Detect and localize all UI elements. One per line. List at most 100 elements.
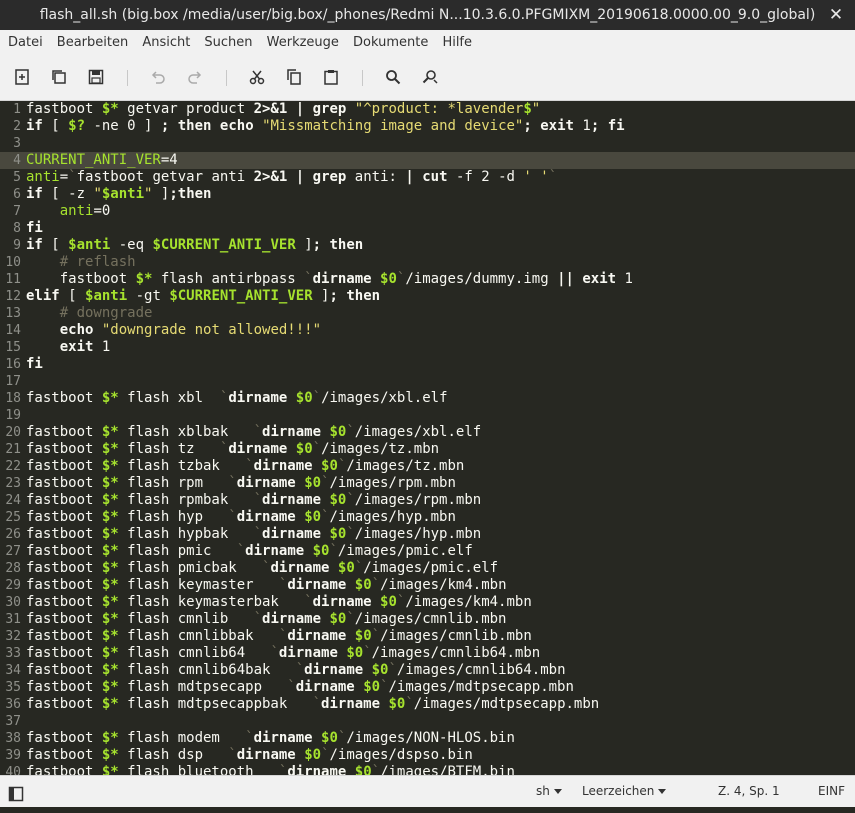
menu-suchen[interactable]: Suchen — [196, 30, 252, 55]
code-text[interactable]: if [ $? -ne 0 ] ; then echo "Missmatchin… — [26, 118, 625, 135]
code-line[interactable]: 34 fastboot $* flash cmnlib64bak `dirname… — [0, 662, 855, 679]
code-line[interactable]: 33 fastboot $* flash cmnlib64 `dirname $0… — [0, 645, 855, 662]
code-text[interactable]: fastboot $* flash tzbak `dirname $0`/ima… — [26, 458, 464, 475]
code-text[interactable]: fastboot $* flash rpm `dirname $0`/image… — [26, 475, 456, 492]
code-line[interactable]: 37 — [0, 713, 855, 730]
code-line[interactable]: 35 fastboot $* flash mdtpsecapp `dirname … — [0, 679, 855, 696]
code-line[interactable]: 26 fastboot $* flash hypbak `dirname $0`/… — [0, 526, 855, 543]
code-line[interactable]: 2 if [ $? -ne 0 ] ; then echo "Missmatchi… — [0, 118, 855, 135]
code-text[interactable]: exit 1 — [26, 339, 111, 356]
code-text[interactable]: fastboot $* flash cmnlib64bak `dirname $… — [26, 662, 566, 679]
sidebar-toggle-icon[interactable] — [8, 783, 24, 802]
code-text[interactable]: fastboot $* flash rpmbak `dirname $0`/im… — [26, 492, 481, 509]
code-text[interactable]: fastboot $* flash dsp `dirname $0`/image… — [26, 747, 473, 764]
code-text[interactable]: # downgrade — [26, 305, 153, 322]
replace-icon[interactable] — [420, 67, 440, 87]
code-line[interactable]: 29 fastboot $* flash keymaster `dirname $… — [0, 577, 855, 594]
code-line[interactable]: 25 fastboot $* flash hyp `dirname $0`/ima… — [0, 509, 855, 526]
code-text[interactable]: fi — [26, 356, 43, 373]
menu-werkzeuge[interactable]: Werkzeuge — [259, 30, 339, 55]
code-line[interactable]: 10 # reflash — [0, 254, 855, 271]
menu-hilfe[interactable]: Hilfe — [434, 30, 472, 55]
menu-ansicht[interactable]: Ansicht — [134, 30, 190, 55]
code-line[interactable]: 23 fastboot $* flash rpm `dirname $0`/ima… — [0, 475, 855, 492]
code-text[interactable]: if [ $anti -eq $CURRENT_ANTI_VER ]; then — [26, 237, 363, 254]
new-document-icon[interactable] — [12, 67, 32, 87]
code-line[interactable]: 39 fastboot $* flash dsp `dirname $0`/ima… — [0, 747, 855, 764]
code-text[interactable]: fastboot $* getvar product 2>&1 | grep "… — [26, 101, 540, 118]
code-text[interactable]: fastboot $* flash mdtpsecapp `dirname $0… — [26, 679, 574, 696]
code-text[interactable]: fastboot $* flash mdtpsecappbak `dirname… — [26, 696, 599, 713]
code-text[interactable]: fastboot $* flash hyp `dirname $0`/image… — [26, 509, 456, 526]
indent-selector[interactable]: Leerzeichen — [582, 776, 667, 806]
code-line[interactable]: 16 fi — [0, 356, 855, 373]
indent-label: Leerzeichen — [582, 784, 655, 798]
code-line[interactable]: 3 — [0, 135, 855, 152]
code-line[interactable]: 18 fastboot $* flash xbl `dirname $0`/ima… — [0, 390, 855, 407]
code-text[interactable]: fastboot $* flash bluetooth `dirname $0`… — [26, 764, 515, 775]
code-text[interactable]: CURRENT_ANTI_VER=4 — [26, 152, 178, 169]
code-text[interactable]: fastboot $* flash xbl `dirname $0`/image… — [26, 390, 448, 407]
menu-dokumente[interactable]: Dokumente — [345, 30, 428, 55]
code-line[interactable]: 15 exit 1 — [0, 339, 855, 356]
menu-bearbeiten[interactable]: Bearbeiten — [49, 30, 128, 55]
code-line[interactable]: 19 — [0, 407, 855, 424]
code-line[interactable]: 17 — [0, 373, 855, 390]
code-text[interactable]: fastboot $* flash antirbpass `dirname $0… — [26, 271, 633, 288]
code-line[interactable]: 38 fastboot $* flash modem `dirname $0`/i… — [0, 730, 855, 747]
code-text[interactable]: fastboot $* flash modem `dirname $0`/ima… — [26, 730, 515, 747]
code-text[interactable]: elif [ $anti -gt $CURRENT_ANTI_VER ]; th… — [26, 288, 380, 305]
code-text[interactable]: fastboot $* flash pmicbak `dirname $0`/i… — [26, 560, 498, 577]
code-line[interactable]: 28 fastboot $* flash pmicbak `dirname $0`… — [0, 560, 855, 577]
code-line[interactable]: 7 anti=0 — [0, 203, 855, 220]
code-line[interactable]: 24 fastboot $* flash rpmbak `dirname $0`/… — [0, 492, 855, 509]
search-icon[interactable] — [383, 67, 403, 87]
code-line[interactable]: 12 elif [ $anti -gt $CURRENT_ANTI_VER ]; … — [0, 288, 855, 305]
code-line[interactable]: 14 echo "downgrade not allowed!!!" — [0, 322, 855, 339]
code-line[interactable]: 21 fastboot $* flash tz `dirname $0`/imag… — [0, 441, 855, 458]
code-text[interactable]: fastboot $* flash cmnlib `dirname $0`/im… — [26, 611, 506, 628]
undo-icon[interactable] — [148, 67, 168, 87]
code-text[interactable]: fastboot $* flash tz `dirname $0`/images… — [26, 441, 439, 458]
code-text[interactable]: anti=0 — [26, 203, 111, 220]
code-line[interactable]: 11 fastboot $* flash antirbpass `dirname… — [0, 271, 855, 288]
code-text[interactable]: if [ -z "$anti" ];then — [26, 186, 211, 203]
code-line[interactable]: 5 anti=`fastboot getvar anti 2>&1 | grep … — [0, 169, 855, 186]
code-line[interactable]: 20 fastboot $* flash xblbak `dirname $0`/… — [0, 424, 855, 441]
code-text[interactable]: # reflash — [26, 254, 136, 271]
code-line[interactable]: 27 fastboot $* flash pmic `dirname $0`/im… — [0, 543, 855, 560]
code-line[interactable]: 9 if [ $anti -eq $CURRENT_ANTI_VER ]; the… — [0, 237, 855, 254]
code-line[interactable]: 30 fastboot $* flash keymasterbak `dirnam… — [0, 594, 855, 611]
save-icon[interactable] — [86, 67, 106, 87]
code-text[interactable]: anti=`fastboot getvar anti 2>&1 | grep a… — [26, 169, 557, 186]
current-line[interactable]: 4 CURRENT_ANTI_VER=4 — [0, 152, 855, 169]
code-editor[interactable]: 1 fastboot $* getvar product 2>&1 | grep … — [0, 101, 855, 775]
code-line[interactable]: 36 fastboot $* flash mdtpsecappbak `dirna… — [0, 696, 855, 713]
code-line[interactable]: 6 if [ -z "$anti" ];then — [0, 186, 855, 203]
code-line[interactable]: 40 fastboot $* flash bluetooth `dirname $… — [0, 764, 855, 775]
open-icon[interactable] — [49, 67, 69, 87]
line-number: 25 — [5, 510, 21, 525]
code-text[interactable]: fastboot $* flash cmnlibbak `dirname $0`… — [26, 628, 532, 645]
code-line[interactable]: 8 fi — [0, 220, 855, 237]
code-text[interactable]: fastboot $* flash hypbak `dirname $0`/im… — [26, 526, 481, 543]
copy-icon[interactable] — [284, 67, 304, 87]
code-line[interactable]: 31 fastboot $* flash cmnlib `dirname $0`/… — [0, 611, 855, 628]
code-text[interactable]: echo "downgrade not allowed!!!" — [26, 322, 321, 339]
code-line[interactable]: 22 fastboot $* flash tzbak `dirname $0`/i… — [0, 458, 855, 475]
code-text[interactable]: fastboot $* flash xblbak `dirname $0`/im… — [26, 424, 481, 441]
close-icon[interactable]: ✕ — [817, 0, 855, 30]
paste-icon[interactable] — [321, 67, 341, 87]
code-line[interactable]: 13 # downgrade — [0, 305, 855, 322]
code-text[interactable]: fi — [26, 220, 43, 237]
code-text[interactable]: fastboot $* flash cmnlib64 `dirname $0`/… — [26, 645, 540, 662]
code-line[interactable]: 32 fastboot $* flash cmnlibbak `dirname $… — [0, 628, 855, 645]
code-text[interactable]: fastboot $* flash pmic `dirname $0`/imag… — [26, 543, 473, 560]
code-line[interactable]: 1 fastboot $* getvar product 2>&1 | grep … — [0, 101, 855, 118]
cut-icon[interactable] — [247, 67, 267, 87]
menu-datei[interactable]: Datei — [0, 30, 43, 55]
code-text[interactable]: fastboot $* flash keymaster `dirname $0`… — [26, 577, 507, 594]
language-selector[interactable]: sh — [536, 776, 562, 806]
code-text[interactable]: fastboot $* flash keymasterbak `dirname … — [26, 594, 532, 611]
redo-icon[interactable] — [185, 67, 205, 87]
